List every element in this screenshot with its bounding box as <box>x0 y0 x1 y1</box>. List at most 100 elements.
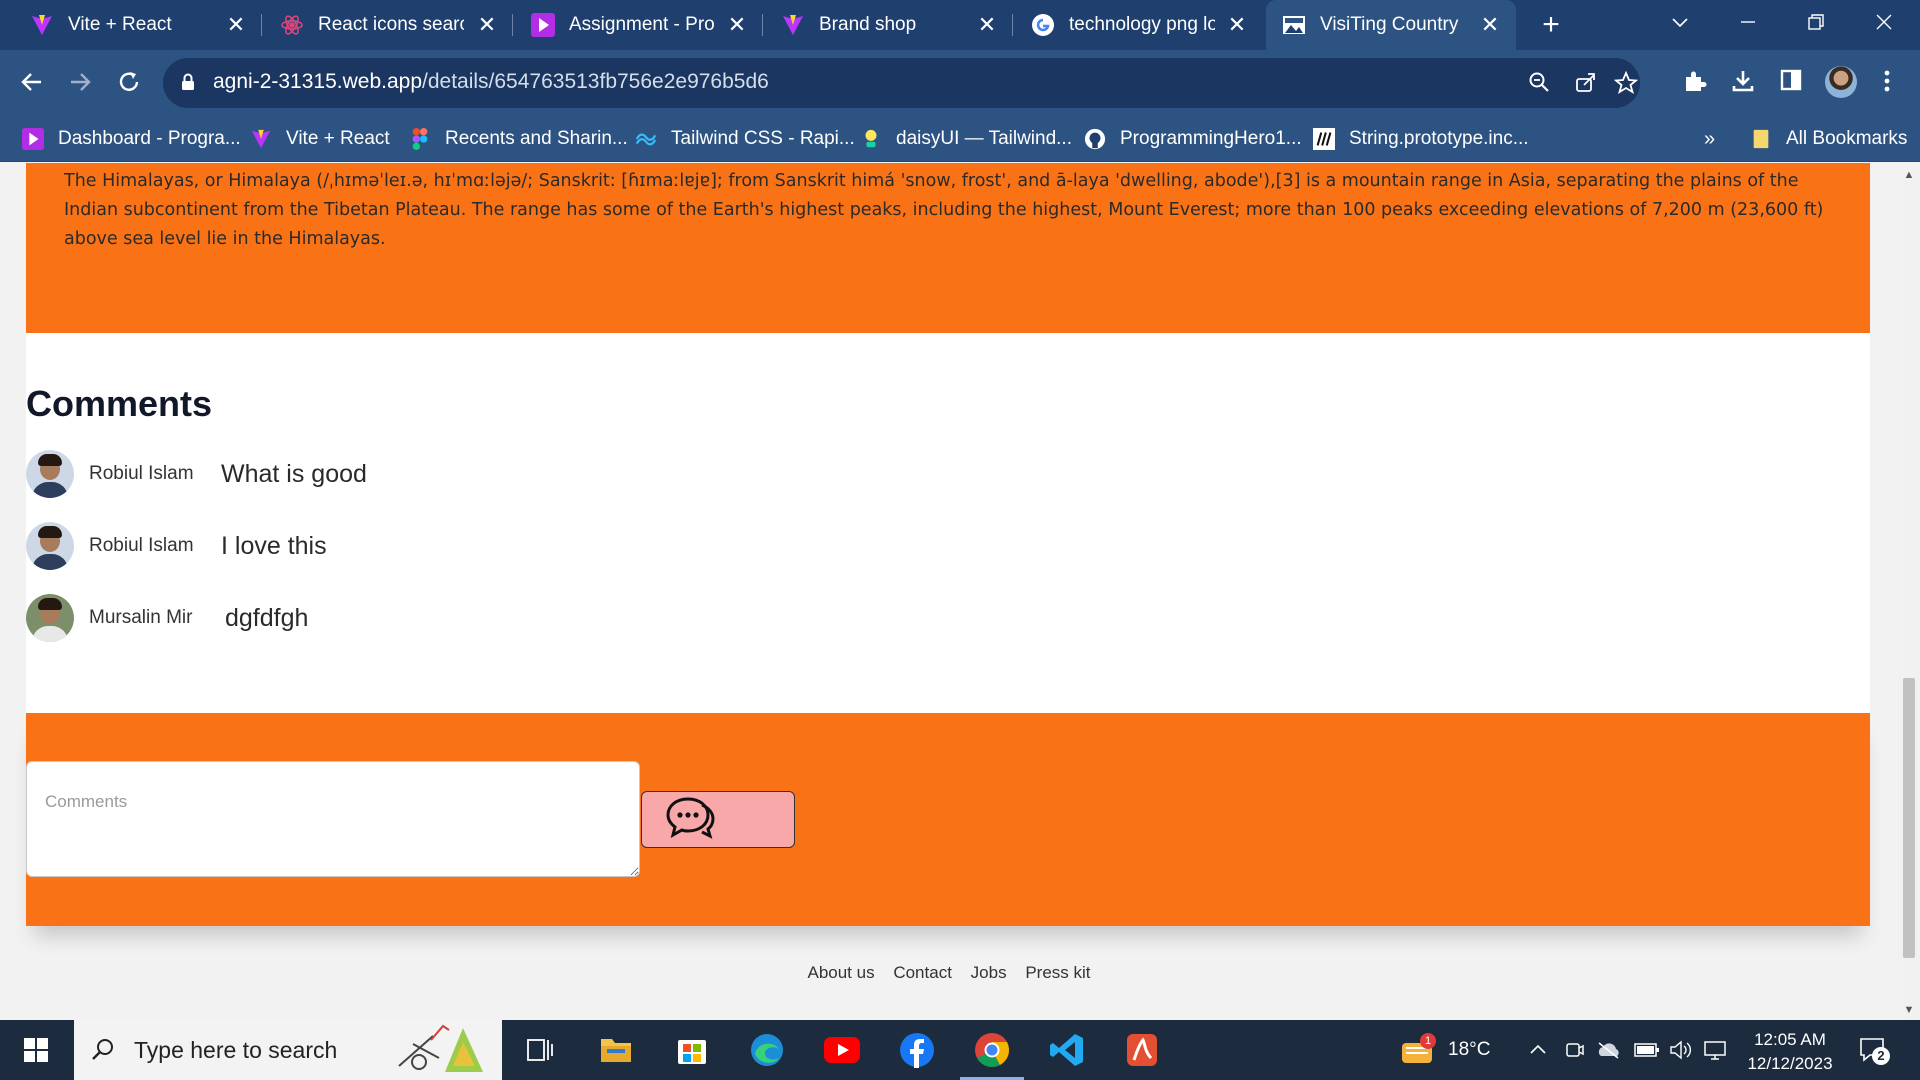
tab-assignment[interactable]: Assignment - Prog ✕ <box>513 0 763 50</box>
file-explorer-icon[interactable] <box>596 1030 636 1070</box>
tab-brand-shop[interactable]: Brand shop ✕ <box>763 0 1013 50</box>
menu-kebab-icon[interactable] <box>1872 68 1902 98</box>
bookmarks-overflow-button[interactable]: » <box>1704 124 1715 154</box>
footer-link-contact[interactable]: Contact <box>893 963 952 982</box>
close-icon[interactable]: ✕ <box>975 12 999 38</box>
bookmark-label: Tailwind CSS - Rapi... <box>671 128 855 149</box>
scroll-down-arrow-icon[interactable]: ▼ <box>1898 1004 1920 1016</box>
country-description: The Himalayas, or Himalaya (/ˌhɪməˈleɪ.ə… <box>64 171 1824 249</box>
address-bar[interactable]: agni-2-31315.web.app/details/654763513fb… <box>163 58 1640 108</box>
tab-search-icon[interactable] <box>1660 8 1700 38</box>
profile-avatar[interactable] <box>1825 66 1857 98</box>
windows-taskbar: Type here to search 1 18°C 12:05 AM 12/1… <box>0 1020 1920 1080</box>
lock-icon[interactable] <box>181 73 195 91</box>
vite-icon <box>781 13 805 37</box>
comment-author: Robiul Islam <box>89 463 194 484</box>
onedrive-icon[interactable] <box>1596 1020 1622 1080</box>
details-card: The Himalayas, or Himalaya (/ˌhɪməˈleɪ.ə… <box>26 163 1870 333</box>
bookmark-label: Vite + React <box>286 128 390 149</box>
footer-link-press-kit[interactable]: Press kit <box>1025 963 1090 982</box>
system-clock[interactable]: 12:05 AM 12/12/2023 <box>1735 1028 1845 1076</box>
tab-vite-react[interactable]: Vite + React ✕ <box>0 0 262 50</box>
bookmark-label: daisyUI — Tailwind... <box>896 128 1072 149</box>
vite-icon <box>30 13 54 37</box>
avatar <box>26 594 74 642</box>
forward-arrow-icon[interactable] <box>62 64 98 100</box>
extensions-icon[interactable] <box>1680 68 1710 98</box>
close-icon[interactable]: ✕ <box>224 12 248 38</box>
bookmark-daisyui[interactable]: daisyUI — Tailwind... <box>860 124 1072 154</box>
footer-link-jobs[interactable]: Jobs <box>971 963 1007 982</box>
adobe-reader-icon[interactable] <box>1122 1030 1162 1070</box>
comment-text: I love this <box>221 531 327 560</box>
tab-react-icons[interactable]: React icons search ✕ <box>262 0 513 50</box>
github-icon <box>1084 128 1106 150</box>
bookmark-vite-react[interactable]: Vite + React <box>250 124 390 154</box>
bookmark-label: Recents and Sharin... <box>445 128 628 149</box>
close-icon[interactable]: ✕ <box>1478 12 1502 38</box>
scroll-thumb[interactable] <box>1903 678 1915 958</box>
facebook-icon[interactable] <box>897 1030 937 1070</box>
comment-author: Mursalin Mir <box>89 607 193 628</box>
network-icon[interactable] <box>1703 1020 1727 1080</box>
side-panel-icon[interactable] <box>1776 68 1806 98</box>
bookmark-tailwind[interactable]: Tailwind CSS - Rapi... <box>635 124 855 154</box>
youtube-icon[interactable] <box>822 1030 862 1070</box>
share-icon[interactable] <box>1573 71 1599 97</box>
tab-technology-png[interactable]: technology png lo ✕ <box>1013 0 1263 50</box>
vscode-icon[interactable] <box>1047 1030 1087 1070</box>
react-icon <box>280 13 304 37</box>
search-highlight-illustration-icon <box>398 1024 484 1072</box>
volume-icon[interactable] <box>1669 1020 1693 1080</box>
url-text[interactable]: agni-2-31315.web.app/details/654763513fb… <box>213 70 769 94</box>
page-scrollbar[interactable]: ▲ ▼ <box>1898 163 1920 1020</box>
close-icon[interactable]: ✕ <box>475 12 499 38</box>
browser-toolbar: agni-2-31315.web.app/details/654763513fb… <box>0 50 1920 116</box>
notification-center-icon[interactable]: 2 <box>1858 1020 1890 1080</box>
close-icon[interactable]: ✕ <box>1225 12 1249 38</box>
bookmark-dashboard[interactable]: Dashboard - Progra... <box>22 124 241 154</box>
weather-widget[interactable]: 1 18°C <box>1398 1020 1490 1080</box>
zoom-icon[interactable] <box>1526 71 1552 97</box>
tab-title: Assignment - Prog <box>569 14 715 35</box>
bookmark-mdn[interactable]: String.prototype.inc... <box>1313 124 1529 154</box>
bookmark-figma[interactable]: Recents and Sharin... <box>409 124 628 154</box>
send-comment-button[interactable] <box>641 791 795 848</box>
back-arrow-icon[interactable] <box>14 64 50 100</box>
avatar <box>26 450 74 498</box>
new-tab-button[interactable]: + <box>1535 8 1567 42</box>
comment-item: Robiul Islam What is good <box>26 449 367 499</box>
minimize-icon[interactable] <box>1728 8 1768 38</box>
bookmark-label: Dashboard - Progra... <box>58 128 241 149</box>
restore-icon[interactable] <box>1796 8 1836 38</box>
task-view-icon[interactable] <box>520 1030 560 1070</box>
vite-icon <box>250 128 272 150</box>
microsoft-store-icon[interactable] <box>672 1030 712 1070</box>
taskbar-search[interactable]: Type here to search <box>74 1020 502 1080</box>
reload-icon[interactable] <box>111 64 147 100</box>
comment-input[interactable] <box>26 761 640 877</box>
chrome-icon[interactable] <box>960 1030 1024 1080</box>
scroll-up-arrow-icon[interactable]: ▲ <box>1898 169 1920 181</box>
weather-badge: 1 <box>1420 1033 1436 1049</box>
bookmark-star-icon[interactable] <box>1613 70 1639 97</box>
figma-icon <box>409 128 431 150</box>
bookmark-github[interactable]: ProgrammingHero1... <box>1084 124 1302 154</box>
windows-start-icon[interactable] <box>0 1020 72 1080</box>
chat-bubble-icon <box>664 794 716 845</box>
footer-link-about[interactable]: About us <box>807 963 874 982</box>
download-icon[interactable] <box>1728 68 1758 98</box>
close-window-icon[interactable] <box>1864 8 1904 38</box>
page-viewport: The Himalayas, or Himalaya (/ˌhɪməˈleɪ.ə… <box>0 163 1898 1020</box>
all-bookmarks-label: All Bookmarks <box>1786 128 1908 149</box>
all-bookmarks-button[interactable]: All Bookmarks <box>1750 124 1907 154</box>
meet-now-icon[interactable] <box>1563 1020 1585 1080</box>
battery-icon[interactable] <box>1634 1020 1660 1080</box>
chevron-up-icon[interactable] <box>1528 1020 1548 1080</box>
comment-form <box>26 713 1870 926</box>
tab-visiting-country[interactable]: VisiTing Country ✕ <box>1266 0 1516 50</box>
daisyui-icon <box>860 128 882 150</box>
close-icon[interactable]: ✕ <box>725 12 749 38</box>
comment-text: dgfdfgh <box>225 603 309 632</box>
edge-icon[interactable] <box>747 1030 787 1070</box>
